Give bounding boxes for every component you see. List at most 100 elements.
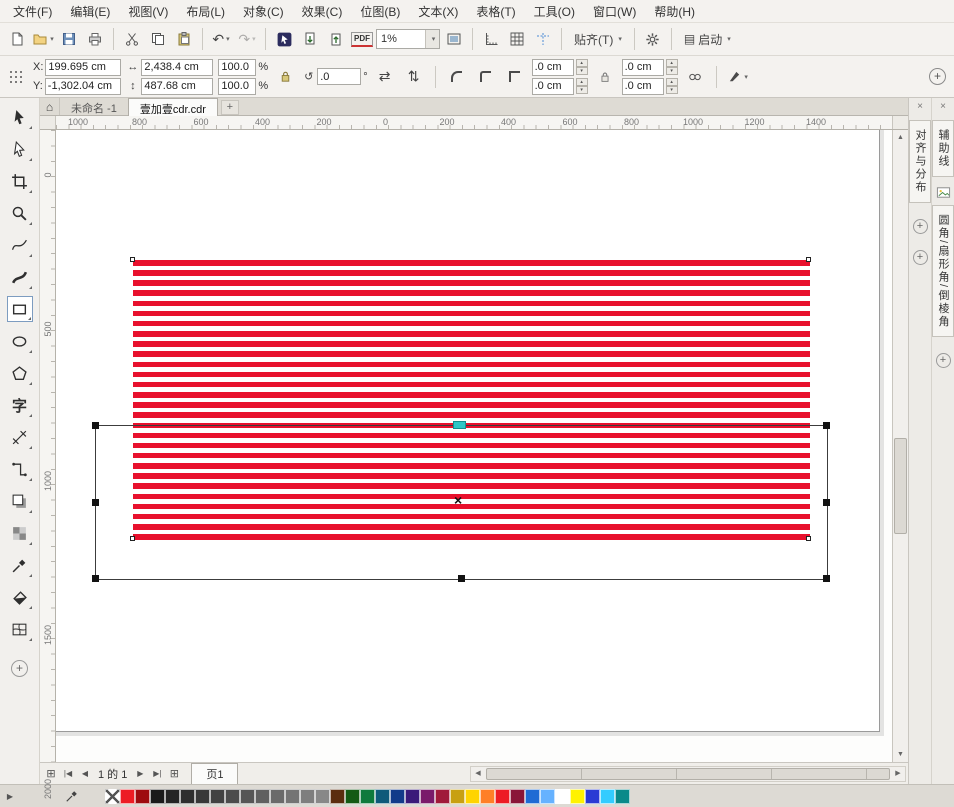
selection-top-node[interactable] [453, 421, 466, 429]
scroll-up-icon[interactable]: ▲ [893, 130, 908, 145]
menu-item-edit[interactable]: 编辑(E) [61, 0, 119, 23]
connector-tool[interactable] [7, 456, 33, 482]
selection-handle[interactable] [823, 422, 830, 429]
redo-button[interactable]: ↷▾ [235, 27, 259, 51]
x-position-field[interactable] [45, 59, 121, 76]
pick-tool[interactable] [7, 104, 33, 130]
toolbox-customize-button[interactable]: + [11, 660, 28, 677]
selection-handle[interactable] [823, 575, 830, 582]
color-swatch[interactable] [600, 789, 615, 804]
y-position-field[interactable] [45, 78, 121, 95]
scalloped-corner-button[interactable] [474, 65, 498, 89]
color-swatch[interactable] [510, 789, 525, 804]
palette-eyedropper-icon[interactable] [65, 789, 79, 803]
chamfered-corner-button[interactable] [503, 65, 527, 89]
selection-center-marker[interactable]: × [454, 493, 462, 507]
palette-scroll-left-icon[interactable]: ▶ [3, 792, 17, 801]
lock-corners-button[interactable] [593, 65, 617, 89]
zoom-tool[interactable] [7, 200, 33, 226]
rotation-angle-field[interactable] [317, 68, 361, 85]
color-swatch[interactable] [450, 789, 465, 804]
drawing-canvas[interactable]: × [56, 130, 892, 762]
color-swatch[interactable] [135, 789, 150, 804]
new-document-button[interactable] [5, 27, 29, 51]
add-docker-button[interactable]: + [913, 219, 928, 234]
paste-button[interactable] [172, 27, 196, 51]
scroll-right-icon[interactable]: ▶ [891, 767, 905, 781]
undo-button[interactable]: ↶▾ [209, 27, 233, 51]
launch-dropdown[interactable]: ▤启动▾ [678, 27, 737, 51]
rectangle-tool[interactable] [7, 296, 33, 322]
scale-x-field[interactable] [218, 59, 256, 76]
color-swatch[interactable] [285, 789, 300, 804]
menu-item-effects[interactable]: 效果(C) [293, 0, 352, 23]
horizontal-ruler[interactable]: 1000800600400200020040060080010001200140… [56, 116, 892, 129]
color-swatch[interactable] [225, 789, 240, 804]
docker-tab-corners[interactable]: 圆角/扇形角/倒棱角 [932, 205, 954, 337]
document-tab[interactable]: 壹加壹cdr.cdr [128, 98, 218, 116]
spinner[interactable]: ▴▾ [666, 78, 678, 94]
import-button[interactable] [298, 27, 322, 51]
color-swatch[interactable] [345, 789, 360, 804]
transparency-tool[interactable] [7, 520, 33, 546]
mirror-horizontal-button[interactable]: ⇄ [373, 65, 397, 89]
color-swatch[interactable] [195, 789, 210, 804]
color-swatch[interactable] [615, 789, 630, 804]
cut-button[interactable] [120, 27, 144, 51]
menu-item-bitmaps[interactable]: 位图(B) [351, 0, 409, 23]
zoom-level-combo[interactable]: 1% ▾ [376, 29, 440, 49]
add-page-button[interactable]: ⊞ [166, 766, 182, 782]
color-swatch[interactable] [240, 789, 255, 804]
mesh-fill-tool[interactable] [7, 616, 33, 642]
menu-item-object[interactable]: 对象(C) [234, 0, 293, 23]
scroll-down-icon[interactable]: ▼ [893, 747, 908, 762]
spinner[interactable]: ▴▾ [576, 59, 588, 75]
corner-radius-bl-field[interactable] [532, 78, 574, 95]
menu-item-view[interactable]: 视图(V) [119, 0, 177, 23]
round-corner-button[interactable] [445, 65, 469, 89]
horizontal-scrollbar[interactable]: ◀ ▶ [470, 766, 906, 782]
last-page-button[interactable]: ▶| [149, 766, 165, 782]
color-swatch[interactable] [405, 789, 420, 804]
publish-pdf-button[interactable]: PDF [350, 27, 374, 51]
color-swatch[interactable] [330, 789, 345, 804]
ellipse-tool[interactable] [7, 328, 33, 354]
first-page-button[interactable]: |◀ [60, 766, 76, 782]
vertical-ruler[interactable]: 0500100015002000 [40, 130, 56, 762]
ruler-origin-button[interactable] [40, 116, 56, 129]
selection-handle[interactable] [92, 422, 99, 429]
color-swatch[interactable] [255, 789, 270, 804]
color-swatch[interactable] [495, 789, 510, 804]
ruler-options-button[interactable] [892, 116, 908, 129]
show-guidelines-button[interactable] [531, 27, 555, 51]
spinner[interactable]: ▴▾ [666, 59, 678, 75]
vertical-scroll-thumb[interactable] [894, 438, 907, 534]
export-button[interactable] [324, 27, 348, 51]
mirror-vertical-button[interactable]: ⇅ [402, 65, 426, 89]
menu-item-help[interactable]: 帮助(H) [645, 0, 704, 23]
edit-corners-together-button[interactable] [683, 65, 707, 89]
selection-handle[interactable] [458, 575, 465, 582]
fullscreen-preview-button[interactable] [442, 27, 466, 51]
corner-radius-tl-field[interactable] [532, 59, 574, 76]
corner-radius-br-field[interactable] [622, 78, 664, 95]
drop-shadow-tool[interactable] [7, 488, 33, 514]
no-color-swatch[interactable] [105, 789, 120, 804]
color-swatch[interactable] [360, 789, 375, 804]
next-page-button[interactable]: ▶ [132, 766, 148, 782]
horizontal-scroll-thumb[interactable] [486, 768, 890, 780]
open-button[interactable]: ▾ [31, 27, 55, 51]
color-swatch[interactable] [180, 789, 195, 804]
color-swatch[interactable] [480, 789, 495, 804]
color-swatch[interactable] [390, 789, 405, 804]
welcome-screen-tab[interactable]: ⌂ [40, 98, 60, 115]
snap-to-dropdown[interactable]: 贴齐(T)▾ [568, 27, 628, 51]
polygon-tool[interactable] [7, 360, 33, 386]
freehand-tool[interactable] [7, 232, 33, 258]
color-swatch[interactable] [210, 789, 225, 804]
show-rulers-button[interactable] [479, 27, 503, 51]
outline-width-button[interactable]: ▾ [726, 65, 750, 89]
crop-tool[interactable] [7, 168, 33, 194]
color-swatch[interactable] [420, 789, 435, 804]
print-button[interactable] [83, 27, 107, 51]
